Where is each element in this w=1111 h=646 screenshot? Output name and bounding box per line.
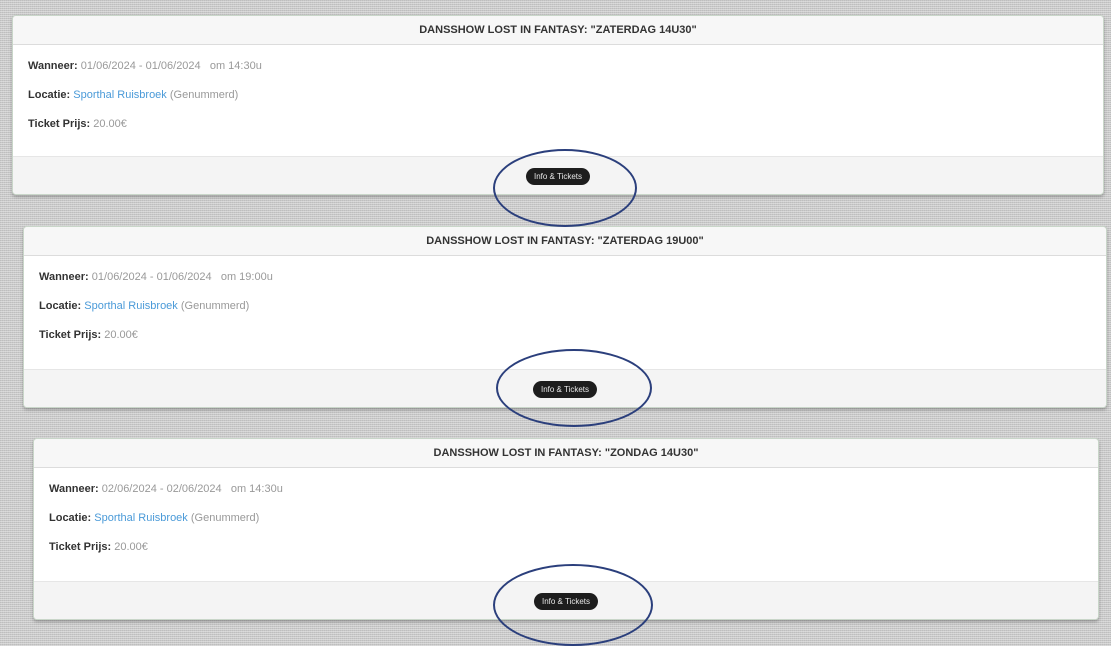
event-price-row: Ticket Prijs: 20.00€ [39,327,1091,356]
card-footer: Info & Tickets [24,369,1106,407]
event-details: Wanneer: 01/06/2024 - 01/06/2024 om 19:0… [24,256,1106,367]
price-label: Ticket Prijs: [28,118,91,130]
event-title: DANSSHOW LOST IN FANTASY: "ZATERDAG 19U0… [24,227,1106,256]
event-location-row: Locatie: Sporthal Ruisbroek (Genummerd) [39,298,1091,327]
date-label: Wanneer: [39,271,89,283]
price-label: Ticket Prijs: [49,541,112,553]
event-price-row: Ticket Prijs: 20.00€ [49,539,1083,568]
event-title: DANSSHOW LOST IN FANTASY: "ZATERDAG 14U3… [13,16,1103,45]
event-location-row: Locatie: Sporthal Ruisbroek (Genummerd) [49,510,1083,539]
date-label: Wanneer: [28,60,78,72]
location-note: (Genummerd) [166,89,239,101]
location-label: Locatie: [49,512,92,524]
event-details: Wanneer: 01/06/2024 - 01/06/2024 om 14:3… [13,45,1103,156]
info-tickets-button[interactable]: Info & Tickets [532,381,598,398]
location-note: (Genummerd) [177,300,250,312]
event-price-row: Ticket Prijs: 20.00€ [28,116,1088,145]
date-value: 02/06/2024 - 02/06/2024 om 14:30u [101,483,283,495]
event-date-row: Wanneer: 02/06/2024 - 02/06/2024 om 14:3… [49,481,1083,510]
event-card: DANSSHOW LOST IN FANTASY: "ZATERDAG 14U3… [12,15,1104,195]
event-card: DANSSHOW LOST IN FANTASY: "ZATERDAG 19U0… [23,226,1107,408]
price-value: 20.00€ [104,329,138,341]
location-link[interactable]: Sporthal Ruisbroek [94,512,188,524]
card-footer: Info & Tickets [13,156,1103,194]
date-value: 01/06/2024 - 01/06/2024 om 19:00u [91,271,273,283]
location-label: Locatie: [28,89,71,101]
date-label: Wanneer: [49,483,99,495]
card-footer: Info & Tickets [34,581,1098,619]
location-link[interactable]: Sporthal Ruisbroek [73,89,167,101]
info-tickets-button[interactable]: Info & Tickets [533,593,599,610]
location-label: Locatie: [39,300,82,312]
event-date-row: Wanneer: 01/06/2024 - 01/06/2024 om 19:0… [39,269,1091,298]
event-title: DANSSHOW LOST IN FANTASY: "ZONDAG 14U30" [34,439,1098,468]
price-value: 20.00€ [93,118,127,130]
date-value: 01/06/2024 - 01/06/2024 om 14:30u [80,60,262,72]
event-location-row: Locatie: Sporthal Ruisbroek (Genummerd) [28,87,1088,116]
info-tickets-button[interactable]: Info & Tickets [525,168,591,185]
event-card: DANSSHOW LOST IN FANTASY: "ZONDAG 14U30"… [33,438,1099,620]
price-label: Ticket Prijs: [39,329,102,341]
event-date-row: Wanneer: 01/06/2024 - 01/06/2024 om 14:3… [28,58,1088,87]
price-value: 20.00€ [114,541,148,553]
location-link[interactable]: Sporthal Ruisbroek [84,300,178,312]
location-note: (Genummerd) [187,512,260,524]
event-details: Wanneer: 02/06/2024 - 02/06/2024 om 14:3… [34,468,1098,579]
